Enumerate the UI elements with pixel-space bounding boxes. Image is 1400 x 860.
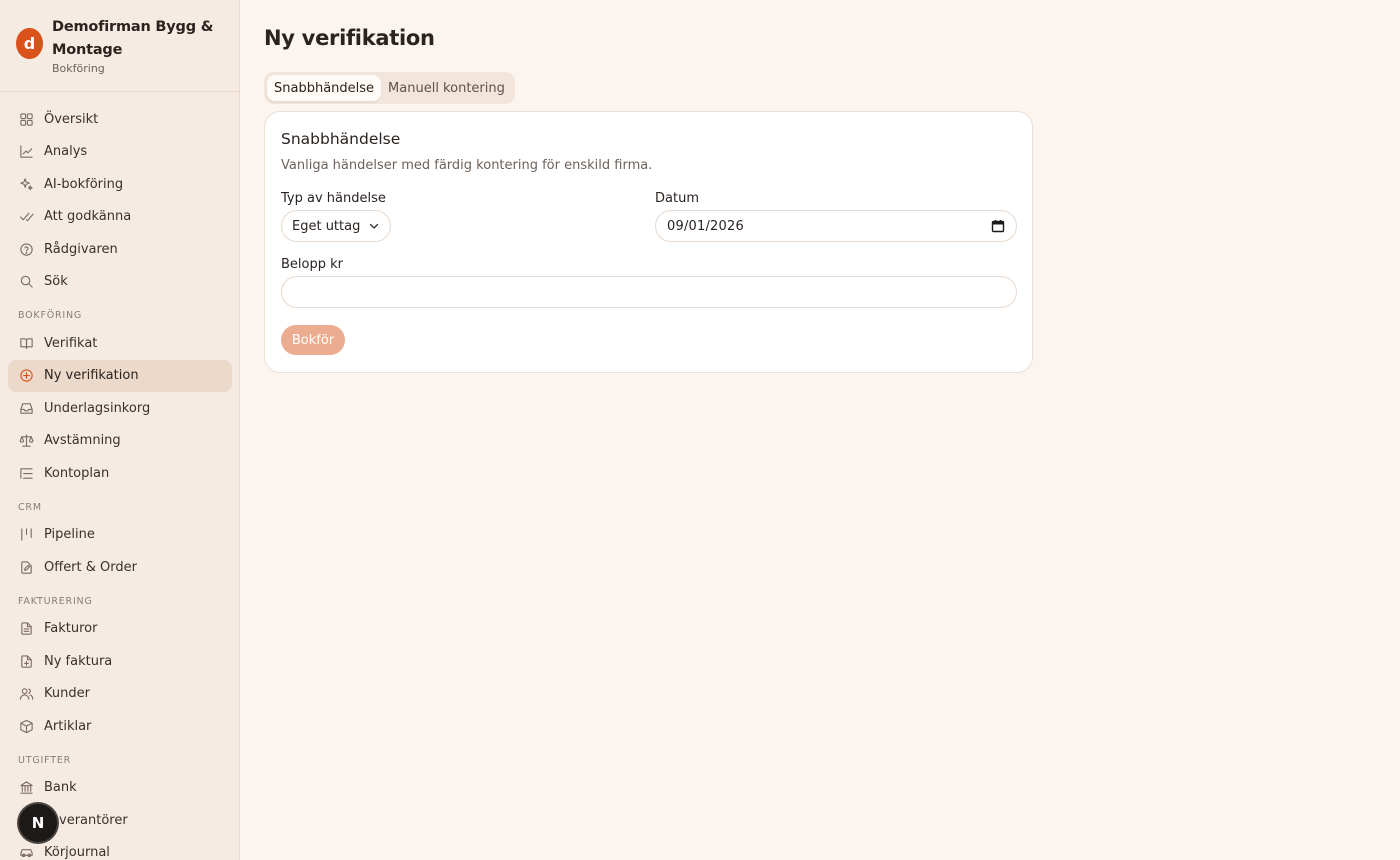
sidebar-item-artiklar[interactable]: Artiklar [8,710,232,742]
sidebar-item-ny-verifikation[interactable]: Ny verifikation [8,359,232,392]
sidebar-item-label: Bank [44,780,77,795]
sidebar-item-label: Avstämning [44,433,121,448]
sidebar-item-label: Körjournal [44,845,110,860]
section-heading-utgifter: UTGIFTER [18,754,72,766]
sidebar: d Demofirman Bygg & Montage Bokföring Öv… [0,0,240,860]
sidebar-item-underlagsinkorg[interactable]: Underlagsinkorg [8,392,232,424]
company-name: Demofirman Bygg & Montage [52,19,214,58]
bokfor-button[interactable]: Bokför [281,325,345,355]
sidebar-item-label: Ny verifikation [44,368,139,383]
sidebar-item-ny-faktura[interactable]: Ny faktura [8,645,232,677]
file-plus-icon [18,653,34,669]
file-edit-icon [18,559,34,575]
sidebar-item-label: Översikt [44,111,99,127]
file-text-icon [18,621,34,637]
sidebar-item-label: AI-bokföring [44,176,124,192]
sidebar-item-kontoplan[interactable]: Kontoplan [8,457,232,489]
sidebar-item-radgivaren[interactable]: Rådgivaren [8,233,232,265]
sidebar-item-oversikt[interactable]: Översikt [8,103,232,135]
sidebar-item-att-godkanna[interactable]: Att godkänna [8,201,232,233]
tab-manuell-kontering[interactable]: Manuell kontering [381,75,512,101]
date-input[interactable]: 09/01/2026 [655,210,1017,242]
bank-icon [18,780,34,796]
sidebar-item-label: Att godkänna [44,209,132,224]
sidebar-item-label: Rådgivaren [44,241,118,257]
tab-snabbhandelse[interactable]: Snabbhändelse [267,75,382,101]
sidebar-item-sok[interactable]: Sök [8,266,232,298]
kanban-icon [18,527,34,543]
inbox-icon [18,400,34,416]
double-check-icon [18,209,34,225]
sidebar-item-ai-bokforing[interactable]: AI-bokföring [8,168,232,200]
company-subtitle: Bokföring [52,62,105,75]
event-type-label: Typ av händelse [281,191,386,206]
event-type-select[interactable]: Eget uttag [281,210,391,242]
card-description: Vanliga händelser med färdig kontering f… [281,158,653,173]
sidebar-item-label: Offert & Order [44,559,137,575]
section-heading-bokforing: BOKFÖRING [18,310,83,321]
sidebar-item-label: Verifikat [44,335,98,351]
sidebar-item-label: Ny faktura [44,653,113,669]
event-type-value: Eget uttag [292,218,361,234]
sidebar-item-offert-and-order[interactable]: Offert & Order [8,551,232,583]
grid-icon [18,111,34,127]
users-icon [18,686,34,702]
sidebar-item-bank[interactable]: Bank [8,772,232,804]
sidebar-nav: Översikt Analys AI-bokföring Att godkänna Rå… [0,103,239,860]
calendar-icon[interactable] [991,219,1005,233]
sidebar-item-label: Pipeline [44,527,95,542]
search-icon [18,274,34,290]
plus-circle-icon [18,368,34,384]
help-circle-icon [18,241,34,257]
brand-header[interactable]: d Demofirman Bygg & Montage Bokföring [0,0,239,92]
amount-label: Belopp kr [281,257,343,272]
date-value: 09/01/2026 [667,218,744,234]
page-title: Ny verifikation [264,26,435,50]
sidebar-item-label: Kunder [44,686,90,701]
sidebar-item-avstamning[interactable]: Avstämning [8,425,232,457]
brand-text: Demofirman Bygg & Montage Bokföring [52,16,223,75]
chevron-down-icon [368,220,380,232]
sidebar-item-label: Analys [44,144,88,159]
car-icon [18,845,34,860]
scale-icon [18,433,34,449]
card-title: Snabbhändelse [281,130,401,148]
section-heading-fakturering: FAKTURERING [18,595,93,607]
tab-bar: Snabbhändelse Manuell kontering [264,72,515,104]
quick-event-card: Snabbhändelse Vanliga händelser med färd… [264,111,1033,373]
sidebar-item-kunder[interactable]: Kunder [8,678,232,710]
book-icon [18,335,34,351]
package-icon [18,718,34,734]
company-avatar: d [16,28,43,59]
sidebar-item-label: Kontoplan [44,465,110,481]
sidebar-item-label: Underlagsinkorg [44,400,151,416]
sparkles-icon [18,176,34,192]
line-chart-icon [18,144,34,160]
sidebar-item-fakturor[interactable]: Fakturor [8,613,232,645]
sidebar-item-label: Artiklar [44,718,92,734]
sidebar-item-analys[interactable]: Analys [8,136,232,168]
sidebar-item-label: Sök [44,274,68,289]
n-badge-button[interactable]: N [19,804,57,842]
sidebar-item-verifikat[interactable]: Verifikat [8,327,232,359]
sidebar-item-label: Fakturor [44,621,98,636]
section-heading-crm: CRM [18,501,42,513]
sidebar-item-pipeline[interactable]: Pipeline [8,519,232,551]
date-label: Datum [655,191,699,206]
amount-input[interactable] [281,276,1017,308]
list-tree-icon [18,465,34,481]
